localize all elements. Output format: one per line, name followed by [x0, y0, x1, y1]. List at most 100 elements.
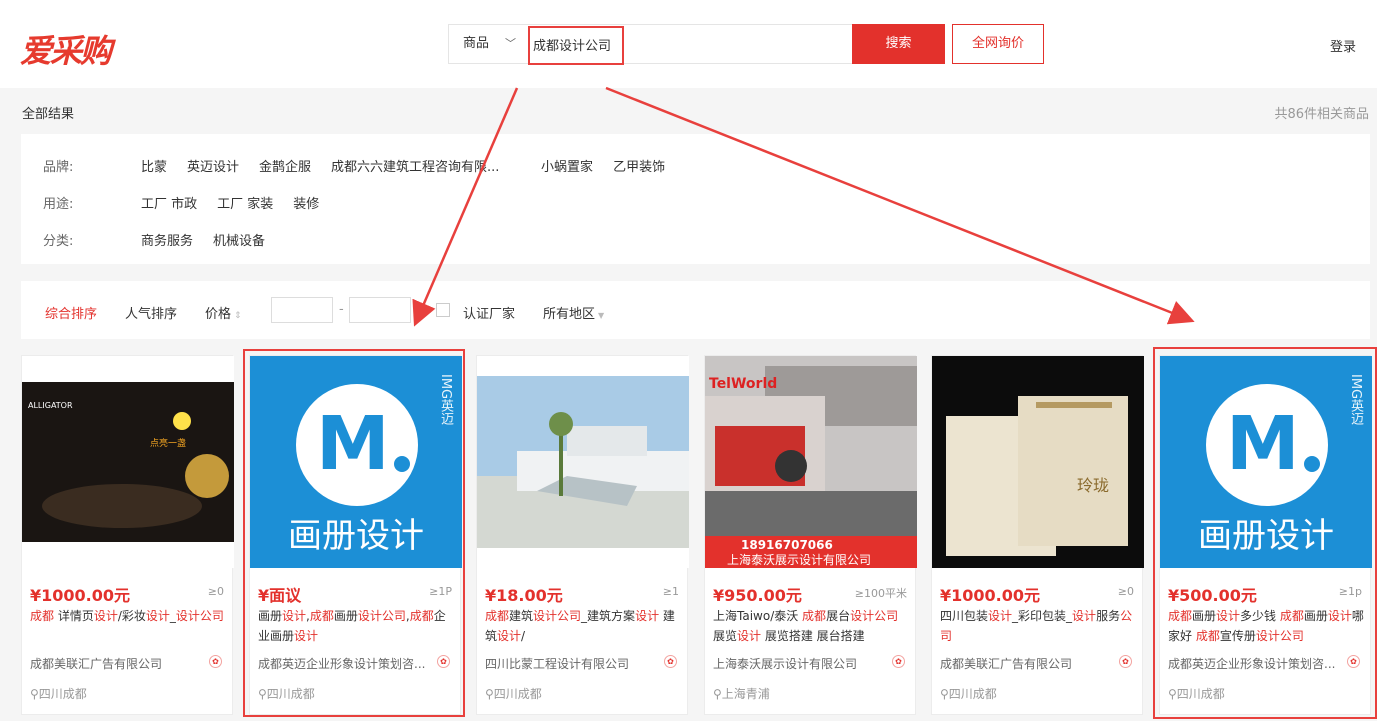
product-price: ¥500.00元 — [1168, 586, 1257, 605]
company-name[interactable]: 四川比蒙工程设计有限公司 — [485, 655, 665, 672]
product-moq: ≥100平米 — [854, 587, 907, 600]
sort-popularity[interactable]: 人气排序 — [125, 303, 177, 322]
certified-badge-icon: ✿ — [209, 655, 222, 668]
price-max-input[interactable] — [349, 297, 411, 323]
filter-option[interactable]: 机械设备 — [213, 230, 265, 250]
sort-price-label: 价格 — [205, 307, 232, 322]
location-text: 四川成都 — [266, 687, 315, 701]
filter-row-brand: 品牌: 比蒙 英迈设计 金鹊企服 成都六六建筑工程咨询有限... 小蜗置家 乙甲… — [43, 156, 685, 176]
site-logo[interactable]: 爱采购 — [20, 26, 112, 72]
certified-label: 认证厂家 — [463, 307, 516, 322]
certified-checkbox[interactable] — [436, 303, 450, 317]
product-price: ¥1000.00元 — [940, 586, 1041, 605]
expo-company: 上海泰沃展示设计有限公司 — [727, 552, 871, 567]
product-price: ¥面议 — [258, 586, 302, 605]
product-moq: ≥0 — [1117, 585, 1134, 598]
product-title[interactable]: 四川包装设计_彩印包装_设计服务公司 — [940, 606, 1136, 646]
filter-option[interactable]: 小蜗置家 — [541, 156, 593, 176]
location: ⚲四川成都 — [940, 685, 997, 702]
filter-label: 分类: — [43, 234, 74, 249]
product-card[interactable]: TelWorld 18916707066 上海泰沃展示设计有限公司 ¥950.0… — [704, 355, 917, 715]
company-name[interactable]: 成都美联汇广告有限公司 — [940, 655, 1120, 672]
filter-row-usage: 用途: 工厂 市政 工厂 家装 装修 — [43, 193, 339, 213]
filter-option[interactable]: 工厂 市政 — [141, 193, 197, 213]
img-yingmai-logo: M IMG英迈 画册设计 — [250, 356, 462, 568]
filter-option[interactable]: 工厂 家装 — [217, 193, 273, 213]
search-category-select[interactable]: 商品 ﹀ — [449, 25, 529, 63]
product-image[interactable]: M IMG英迈 画册设计 — [250, 356, 462, 568]
logo-side-text: IMG英迈 — [438, 374, 453, 426]
location: ⚲四川成都 — [1168, 685, 1225, 702]
product-image[interactable]: ALLIGATOR 点亮一盏 — [22, 356, 234, 568]
product-title[interactable]: 成都画册设计多少钱 成都画册设计哪家好 成都宣传册设计公司 — [1168, 606, 1364, 646]
product-moq: ≥0 — [207, 585, 224, 598]
certified-badge-icon: ✿ — [437, 655, 450, 668]
location: ⚲上海青浦 — [713, 685, 770, 702]
product-card[interactable]: M IMG英迈 画册设计 ¥500.00元 ≥1p 成都画册设计多少钱 成都画册… — [1159, 355, 1372, 715]
location-text: 四川成都 — [948, 687, 997, 701]
product-card[interactable]: ALLIGATOR 点亮一盏 ¥1000.00元 ≥0 成都 详情页设计/彩妆设… — [21, 355, 234, 715]
product-card[interactable]: M IMG英迈 画册设计 ¥面议 ≥1P 画册设计,成都画册设计公司,成都企业画… — [249, 355, 462, 715]
location-pin-icon: ⚲ — [713, 687, 722, 701]
inquiry-button[interactable]: 全网询价 — [952, 24, 1044, 64]
location: ⚲四川成都 — [30, 685, 87, 702]
logo-caption: 画册设计 — [288, 516, 424, 556]
search-input[interactable] — [529, 25, 851, 63]
company-name[interactable]: 成都美联汇广告有限公司 — [30, 655, 210, 672]
filter-option[interactable]: 比蒙 — [141, 156, 167, 176]
logo-caption: 画册设计 — [1198, 516, 1334, 556]
certified-badge-icon: ✿ — [664, 655, 677, 668]
location: ⚲四川成都 — [485, 685, 542, 702]
certified-badge-icon: ✿ — [1119, 655, 1132, 668]
product-image[interactable]: M IMG英迈 画册设计 — [1160, 356, 1372, 568]
product-title[interactable]: 成都建筑设计公司_建筑方案设计 建筑设计/ — [485, 606, 681, 646]
filter-option[interactable]: 乙甲装饰 — [613, 156, 665, 176]
caret-down-icon: ▼ — [598, 311, 605, 320]
logo-dot — [1304, 456, 1320, 472]
filter-option[interactable]: 英迈设计 — [187, 156, 239, 176]
product-card[interactable]: 玲珑 ¥1000.00元 ≥0 四川包装设计_彩印包装_设计服务公司 成都美联汇… — [931, 355, 1144, 715]
img-yingmai-logo: M IMG英迈 画册设计 — [1160, 356, 1372, 568]
packaging-photo: 玲珑 — [932, 356, 1144, 568]
filter-panel: 品牌: 比蒙 英迈设计 金鹊企服 成都六六建筑工程咨询有限... 小蜗置家 乙甲… — [21, 134, 1370, 264]
price-min-input[interactable] — [271, 297, 333, 323]
expo-booth-photo: TelWorld 18916707066 上海泰沃展示设计有限公司 — [705, 356, 917, 568]
expo-phone: 18916707066 — [741, 538, 833, 552]
location-pin-icon: ⚲ — [485, 687, 494, 701]
filter-label: 用途: — [43, 197, 74, 212]
location-pin-icon: ⚲ — [1168, 687, 1177, 701]
filter-option[interactable]: 商务服务 — [141, 230, 193, 250]
region-select[interactable]: 所有地区 ▼ — [543, 303, 604, 322]
results-label: 全部结果 — [22, 107, 75, 122]
product-price: ¥950.00元 — [713, 586, 802, 605]
product-title[interactable]: 上海Taiwo/泰沃 成都展台设计公司 展览设计 展览搭建 展台搭建 — [713, 606, 909, 646]
filter-row-category: 分类: 商务服务 机械设备 — [43, 230, 285, 250]
product-image[interactable]: 玲珑 — [932, 356, 1144, 568]
sort-bar: 综合排序 人气排序 价格 ⇕ - 认证厂家 所有地区 ▼ — [21, 281, 1370, 339]
logo-dot — [394, 456, 410, 472]
logo-side-text: IMG英迈 — [1348, 374, 1363, 426]
filter-option[interactable]: 成都六六建筑工程咨询有限... — [331, 156, 521, 176]
search-button[interactable]: 搜索 — [852, 24, 945, 64]
filter-option[interactable]: 装修 — [293, 193, 319, 213]
login-link[interactable]: 登录 — [1330, 36, 1356, 55]
filter-option[interactable]: 金鹊企服 — [259, 156, 311, 176]
product-moq: ≥1p — [1338, 585, 1362, 598]
company-name[interactable]: 上海泰沃展示设计有限公司 — [713, 655, 893, 672]
product-image[interactable] — [477, 356, 689, 568]
sort-composite[interactable]: 综合排序 — [45, 303, 97, 322]
company-name[interactable]: 成都英迈企业形象设计策划咨... — [1168, 655, 1348, 672]
filter-label: 品牌: — [43, 160, 74, 175]
telworld-text: TelWorld — [709, 376, 777, 392]
product-title[interactable]: 成都 详情页设计/彩妆设计_设计公司 — [30, 606, 226, 646]
product-image[interactable]: TelWorld 18916707066 上海泰沃展示设计有限公司 — [705, 356, 917, 568]
location-text: 四川成都 — [1176, 687, 1225, 701]
company-name[interactable]: 成都英迈企业形象设计策划咨... — [258, 655, 438, 672]
logo-letter: M — [316, 401, 390, 487]
product-card[interactable]: ¥18.00元 ≥1 成都建筑设计公司_建筑方案设计 建筑设计/ 四川比蒙工程设… — [476, 355, 689, 715]
building-photo — [477, 356, 689, 568]
product-title[interactable]: 画册设计,成都画册设计公司,成都企业画册设计 — [258, 606, 454, 646]
location-text: 四川成都 — [493, 687, 542, 701]
alligator-text: ALLIGATOR — [28, 401, 73, 410]
sort-price[interactable]: 价格 ⇕ — [205, 303, 242, 322]
